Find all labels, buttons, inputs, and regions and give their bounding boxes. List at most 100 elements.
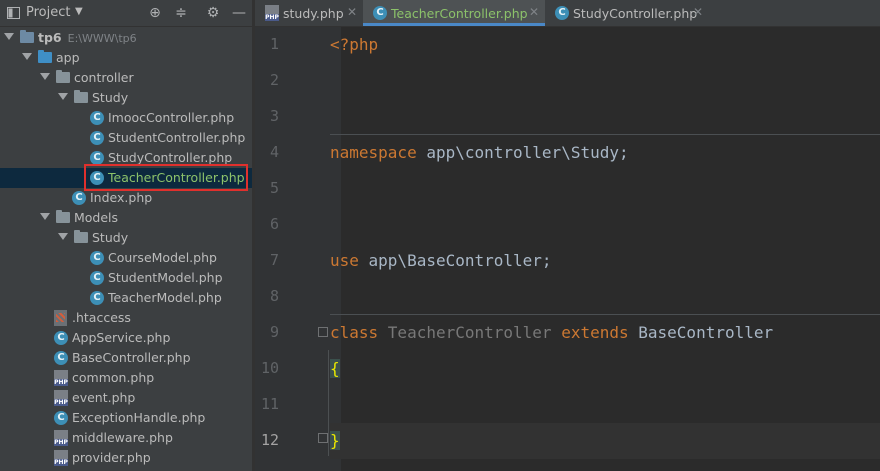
tree-item[interactable]: C ImoocController.php — [0, 108, 252, 128]
tree-item-label: Study — [92, 90, 128, 105]
tree-item[interactable]: C CourseModel.php — [0, 248, 252, 268]
tree-item[interactable]: C TeacherModel.php — [0, 288, 252, 308]
folder-icon — [56, 210, 70, 223]
class-icon: C — [90, 151, 104, 165]
line-number: 8 — [269, 287, 279, 305]
code-token: use — [330, 251, 369, 270]
editor-tab[interactable]: C StudyController.php ✕ — [545, 0, 709, 26]
editor-tab-label: StudyController.php — [573, 6, 698, 21]
code-token: extends — [551, 323, 639, 342]
expand-arrow-icon[interactable] — [58, 93, 68, 100]
hide-icon[interactable]: — — [230, 4, 248, 22]
tree-item[interactable]: C ExceptionHandle.php — [0, 408, 252, 428]
expand-arrow-icon[interactable] — [40, 73, 50, 80]
editor-tab[interactable]: study.php✕ — [255, 0, 363, 26]
tree-item-name: Models — [74, 210, 119, 225]
code-token: app\controller\Study; — [426, 143, 629, 162]
tree-item[interactable]: C BaseController.php — [0, 348, 252, 368]
fold-guide — [328, 350, 329, 456]
tree-item-name: .htaccess — [72, 310, 131, 325]
tree-item-name: app — [56, 50, 80, 65]
tree-item[interactable]: common.php — [0, 368, 252, 388]
expand-arrow-icon[interactable] — [22, 53, 32, 60]
tree-item[interactable]: C Index.php — [0, 188, 252, 208]
tree-item-label: .htaccess — [72, 310, 131, 325]
tree-item-name: ExceptionHandle.php — [72, 410, 206, 425]
class-icon: C — [72, 191, 86, 205]
tree-item[interactable]: C StudentModel.php — [0, 268, 252, 288]
code-token: { — [330, 359, 340, 378]
tree-item-name: common.php — [72, 370, 155, 385]
expand-arrow-icon[interactable] — [40, 213, 50, 220]
close-icon[interactable]: ✕ — [529, 5, 539, 19]
folder-icon — [56, 70, 70, 83]
tree-item-name: AppService.php — [72, 330, 171, 345]
tree-item[interactable]: Study — [0, 228, 252, 248]
code-line[interactable]: namespace app\controller\Study; — [330, 143, 629, 162]
line-number: 7 — [269, 251, 279, 269]
class-icon: C — [373, 6, 387, 20]
tree-item-name: middleware.php — [72, 430, 173, 445]
tree-item-label: controller — [74, 70, 134, 85]
project-panel-title[interactable]: Project — [26, 5, 70, 20]
tree-item[interactable]: .htaccess — [0, 308, 252, 328]
expand-arrow-icon[interactable] — [58, 233, 68, 240]
tree-item[interactable]: tp6 E:\WWW\tp6 — [0, 28, 252, 48]
code-line[interactable]: { — [330, 359, 340, 378]
editor-tab[interactable]: C TeacherController.php ✕ — [363, 0, 545, 26]
expand-arrow-icon[interactable] — [4, 33, 14, 40]
fold-marker-icon[interactable] — [318, 433, 328, 443]
php-file-icon — [265, 5, 279, 21]
tree-item-label: Models — [74, 210, 118, 225]
folder-icon — [38, 50, 52, 63]
tree-item-label: provider.php — [72, 450, 151, 465]
fold-marker-icon[interactable] — [318, 327, 328, 337]
class-icon: C — [90, 111, 104, 125]
tree-item[interactable]: middleware.php — [0, 428, 252, 448]
code-line[interactable]: <?php — [330, 35, 378, 54]
line-number: 3 — [269, 107, 279, 125]
php-file-icon — [54, 370, 68, 386]
tree-item[interactable]: controller — [0, 68, 252, 88]
tree-item[interactable]: Study — [0, 88, 252, 108]
code-token: app\BaseController; — [368, 251, 552, 270]
class-icon: C — [54, 331, 68, 345]
tree-item[interactable]: Models — [0, 208, 252, 228]
method-separator — [330, 134, 880, 135]
code-editor[interactable]: <?php namespace app\controller\Study; use … — [330, 27, 880, 471]
tree-item[interactable]: provider.php — [0, 448, 252, 468]
tree-item-label: StudyController.php — [108, 150, 232, 165]
tree-item-label: tp6 E:\WWW\tp6 — [38, 30, 137, 45]
project-view-icon — [7, 7, 20, 19]
class-icon: C — [90, 291, 104, 305]
tree-item[interactable]: app — [0, 48, 252, 68]
tree-item-label: app — [56, 50, 80, 65]
gear-icon[interactable]: ⚙ — [204, 4, 222, 22]
class-icon: C — [90, 271, 104, 285]
code-line[interactable]: use app\BaseController; — [330, 251, 552, 270]
php-file-icon — [54, 450, 68, 466]
line-number: 11 — [260, 395, 279, 413]
code-line[interactable]: } — [330, 431, 340, 450]
tree-item-name: tp6 — [38, 30, 62, 45]
tree-item-label: TeacherModel.php — [108, 290, 222, 305]
php-file-icon — [54, 430, 68, 446]
class-icon: C — [54, 351, 68, 365]
tree-item[interactable]: C AppService.php — [0, 328, 252, 348]
close-icon[interactable]: ✕ — [347, 5, 357, 19]
code-token: class — [330, 323, 388, 342]
tree-item[interactable]: C StudentController.php — [0, 128, 252, 148]
code-line[interactable]: class TeacherController extends BaseCont… — [330, 323, 773, 342]
tree-item-name: Study — [92, 230, 129, 245]
locate-icon[interactable]: ⊕ — [146, 4, 164, 22]
close-icon[interactable]: ✕ — [693, 5, 703, 19]
tree-item-name: StudentController.php — [108, 130, 246, 145]
tree-item-name: Index.php — [90, 190, 153, 205]
collapse-icon[interactable]: ≑ — [172, 4, 190, 22]
tree-item-name: Study — [92, 90, 129, 105]
line-number: 4 — [269, 143, 279, 161]
line-number: 5 — [269, 179, 279, 197]
editor-tab-label: TeacherController.php — [391, 6, 528, 21]
tree-item[interactable]: event.php — [0, 388, 252, 408]
chevron-down-icon[interactable]: ▼ — [75, 6, 83, 17]
